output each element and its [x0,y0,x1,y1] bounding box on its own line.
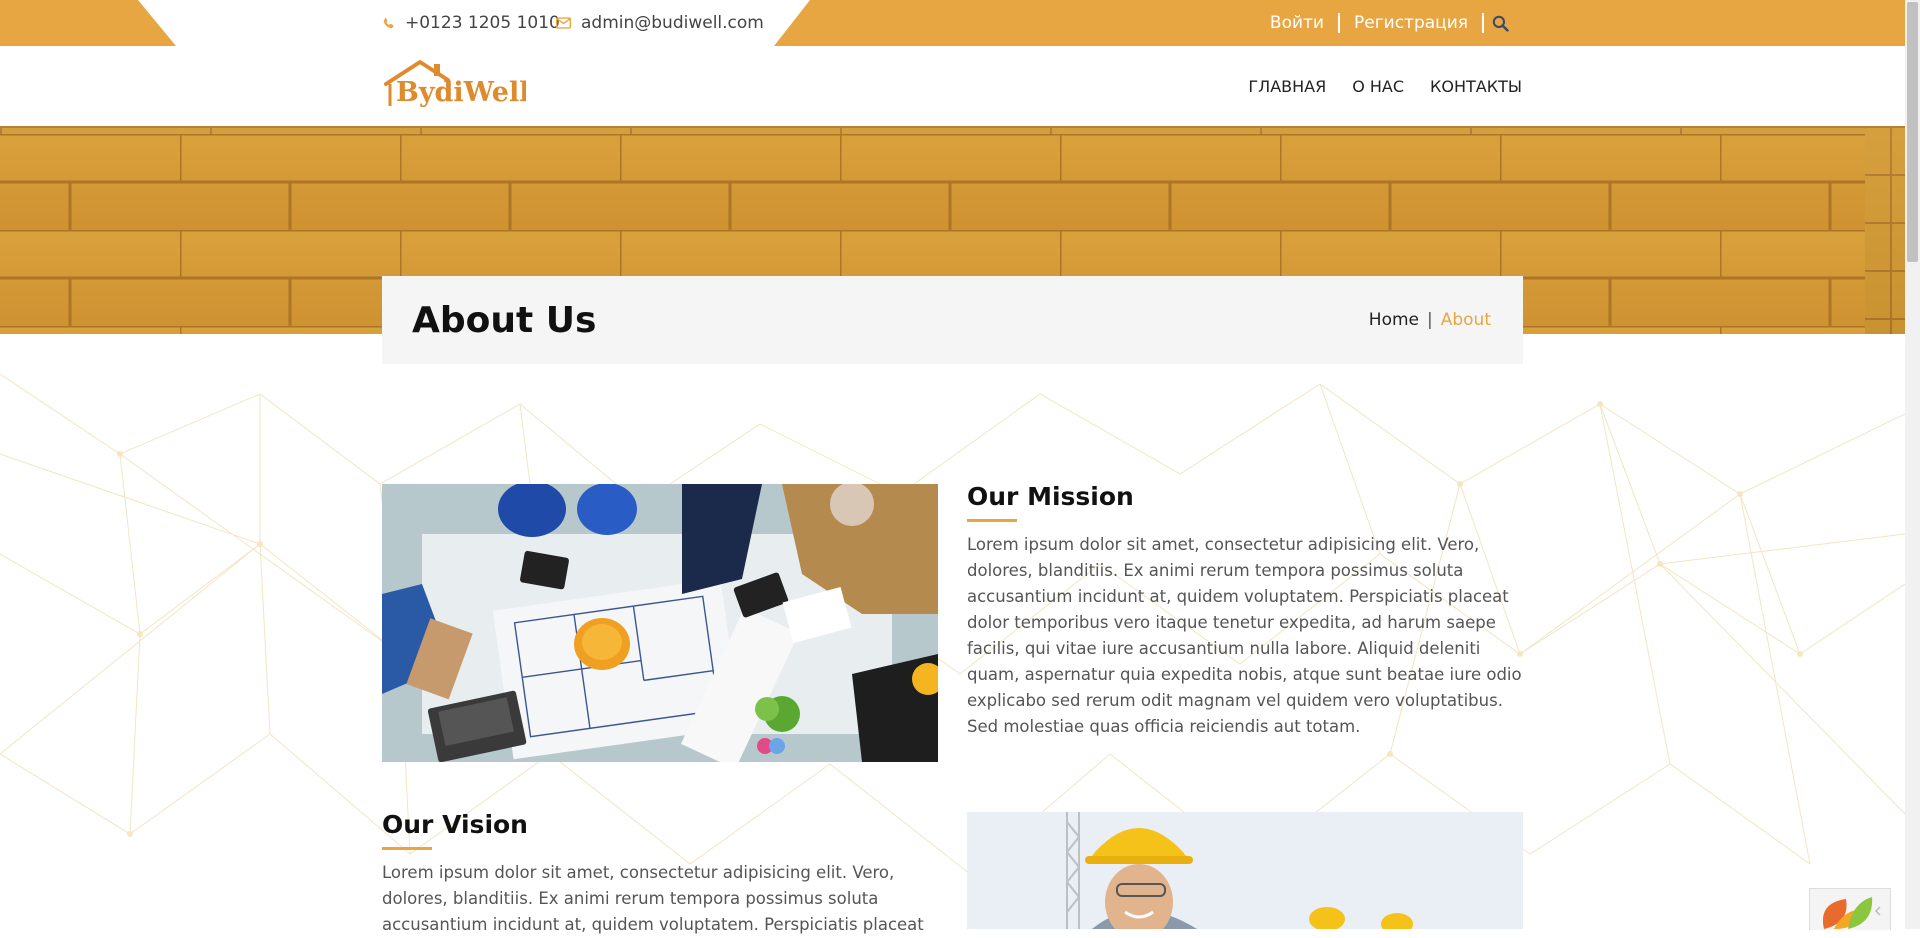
register-link[interactable]: Регистрация [1354,13,1468,33]
vision-title: Our Vision [382,810,528,839]
mission-image [382,484,938,762]
logo[interactable]: BydiWell [382,58,526,110]
nav-item-about[interactable]: О НАС [1352,77,1404,96]
email-address[interactable]: admin@budiwell.com [581,13,764,33]
top-bar: +0123 1205 1010 admin@budiwell.com Войти… [0,0,1905,46]
contact-email: admin@budiwell.com [556,0,764,46]
leaf-widget-icon [1822,897,1873,929]
nav-item-contacts[interactable]: КОНТАКТЫ [1430,77,1522,96]
phone-number[interactable]: +0123 1205 1010 [405,13,560,33]
mission-title-underline [967,519,1017,522]
scrollbar-thumb[interactable] [1907,2,1918,262]
top-bar-diagonal-left [138,0,176,46]
divider [1482,13,1484,33]
vision-text: Lorem ipsum dolor sit amet, consectetur … [382,863,924,934]
mission-text: Lorem ipsum dolor sit amet, consectetur … [967,535,1522,736]
page-title-box: About Us Home | About [382,276,1523,364]
logo-text: BydiWell [396,77,526,108]
network-pattern [0,373,1905,875]
vision-image [967,812,1523,929]
envelope-icon [556,17,571,29]
breadcrumb-separator: | [1427,310,1433,330]
top-bar-diagonal-right [774,0,810,46]
login-link[interactable]: Войти [1270,13,1324,33]
page-scrollbar[interactable] [1905,0,1920,929]
mission-title: Our Mission [967,482,1134,511]
contact-phone: +0123 1205 1010 [382,0,560,46]
content-background [0,334,1905,929]
breadcrumb-home[interactable]: Home [1369,310,1419,330]
main-header: BydiWell ГЛАВНАЯ О НАС КОНТАКТЫ [0,46,1905,126]
vision-title-underline [382,847,432,850]
search-icon[interactable] [1492,15,1509,32]
chevron-left-icon [1874,906,1881,916]
page-title: About Us [412,299,597,341]
nav-item-home[interactable]: ГЛАВНАЯ [1248,77,1326,96]
floating-widget[interactable] [1809,888,1891,930]
breadcrumb: Home | About [1369,276,1491,364]
breadcrumb-current: About [1440,310,1491,330]
auth-links: Войти Регистрация [1270,0,1509,46]
phone-icon [382,17,395,30]
divider [1338,13,1340,33]
main-nav: ГЛАВНАЯ О НАС КОНТАКТЫ [1248,46,1522,126]
